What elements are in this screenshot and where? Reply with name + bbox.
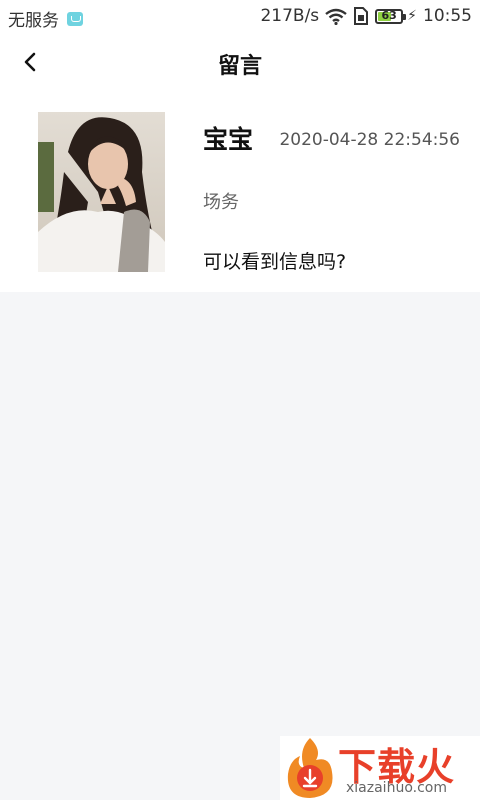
sender-name: 宝宝 — [203, 125, 254, 154]
battery-level-label: 63 — [381, 8, 397, 22]
wifi-icon — [325, 8, 347, 25]
clock-label: 10:55 — [423, 6, 472, 26]
watermark-subtext: xiazaihuo.com — [346, 780, 447, 796]
status-right: 217B/s 63 ⚡ 10:55 — [260, 6, 472, 26]
message-card[interactable]: 宝宝 2020-04-28 22:54:56 场务 可以看到信息吗? — [0, 92, 480, 292]
charging-icon: ⚡ — [407, 8, 417, 24]
message-text: 可以看到信息吗? — [203, 251, 347, 273]
net-speed-label: 217B/s — [260, 6, 320, 26]
battery-icon: 63 — [375, 8, 407, 24]
page-header: 留言 — [0, 34, 480, 92]
app-notification-icon — [67, 11, 83, 26]
carrier-label: 无服务 — [8, 11, 59, 31]
message-timestamp: 2020-04-28 22:54:56 — [279, 130, 460, 150]
flame-logo-icon — [287, 738, 333, 798]
avatar[interactable] — [38, 112, 165, 272]
page-title: 留言 — [217, 54, 262, 79]
message-tag: 场务 — [203, 192, 239, 213]
status-left: 无服务 — [8, 6, 83, 31]
avatar-photo — [38, 112, 165, 272]
sim-icon — [354, 7, 369, 25]
watermark-logo: 下载火 xiazaihuo.com — [280, 736, 480, 800]
message-detail-screen: 无服务 217B/s 63 ⚡ 10:55 留言 宝宝 2020-04-28 2… — [0, 0, 480, 800]
status-bar: 无服务 217B/s 63 ⚡ 10:55 — [0, 0, 480, 34]
